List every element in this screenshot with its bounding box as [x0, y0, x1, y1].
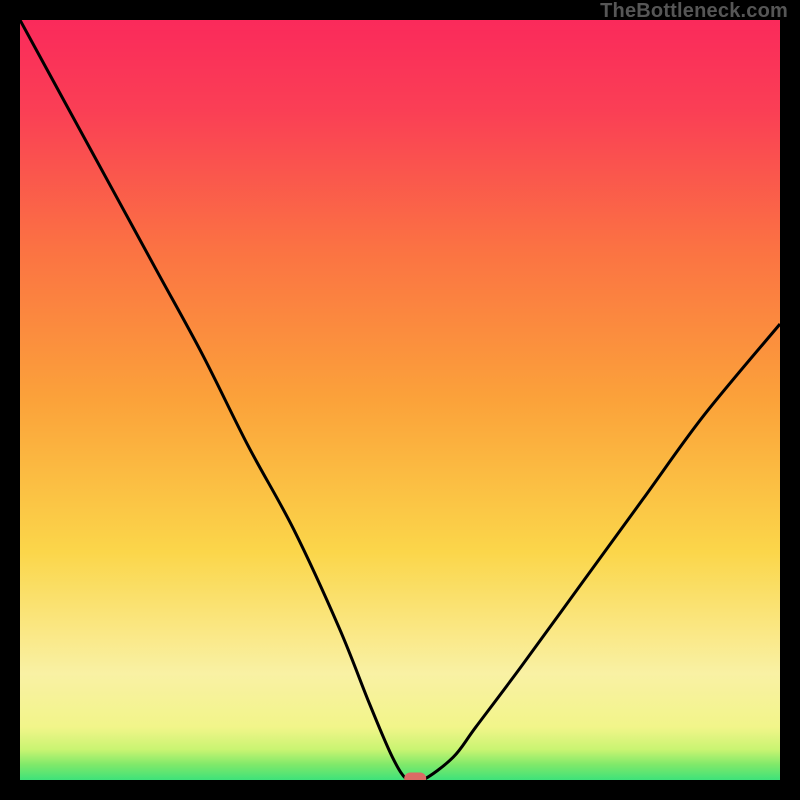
chart-frame: TheBottleneck.com	[0, 0, 800, 800]
optimal-marker	[404, 772, 426, 780]
watermark-text: TheBottleneck.com	[600, 0, 788, 23]
gradient-background	[20, 20, 780, 780]
chart-svg	[20, 20, 780, 780]
plot-area	[20, 20, 780, 780]
